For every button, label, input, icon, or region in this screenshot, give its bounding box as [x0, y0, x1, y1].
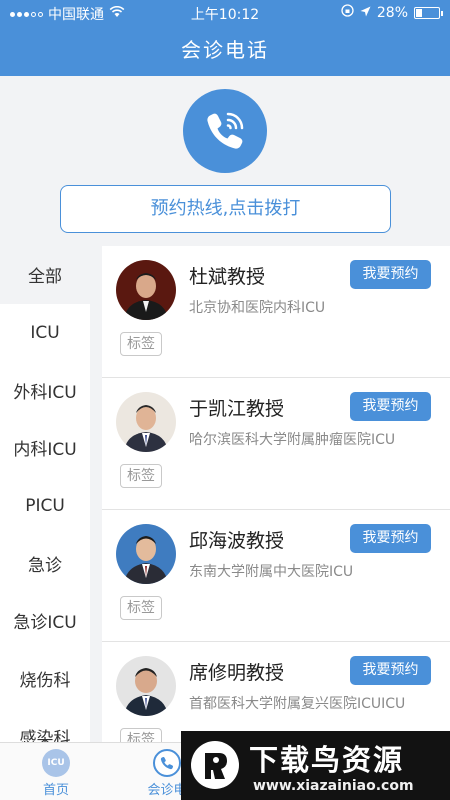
category-sidebar: 全部 ICU 外科ICU 内科ICU PICU 急诊 急诊ICU 烧伤科 感染科 [0, 246, 90, 742]
rotation-lock-icon [341, 4, 354, 21]
sidebar-item-label: 感染科 [19, 728, 71, 742]
sidebar-item-surgical-icu[interactable]: 外科ICU [0, 361, 90, 420]
book-button[interactable]: 我要预约 [350, 656, 431, 685]
doctor-hospital: 北京协和医院内科ICU [189, 300, 326, 316]
book-button[interactable]: 我要预约 [350, 260, 431, 289]
doctor-avatar [116, 260, 176, 320]
nav-bar: 会诊电话 [0, 24, 450, 76]
watermark-title: 下载鸟资源 [249, 743, 405, 777]
sidebar-item-label: 内科ICU [13, 440, 77, 461]
sidebar-item-label: 全部 [28, 267, 62, 288]
doctor-name: 杜斌教授 [189, 266, 266, 288]
phone-call-icon[interactable] [183, 89, 267, 173]
doctor-card: 邱海波教授 东南大学附属中大医院ICU 我要预约 标签 [102, 510, 450, 642]
doctor-hospital: 首都医科大学附属复兴医院ICUICU [189, 696, 406, 712]
sidebar-item-label: PICU [25, 495, 65, 516]
doctor-hospital: 东南大学附属中大医院ICU [189, 564, 354, 580]
sidebar-item-emergency-icu[interactable]: 急诊ICU [0, 592, 90, 650]
tab-label: 首页 [42, 783, 69, 798]
sidebar-item-medical-icu[interactable]: 内科ICU [0, 419, 90, 477]
page-title: 会诊电话 [181, 38, 269, 62]
icu-icon: ICU [42, 749, 70, 777]
tag-badge[interactable]: 标签 [120, 728, 162, 742]
watermark-banner: 下载鸟资源 www.xiazainiao.com [181, 731, 450, 800]
doctor-name: 席修明教授 [189, 662, 285, 684]
sidebar-item-label: 急诊 [28, 555, 62, 576]
hero-section: 预约热线,点击拨打 [0, 76, 450, 246]
doctor-card: 席修明教授 首都医科大学附属复兴医院ICUICU 我要预约 标签 [102, 642, 450, 742]
doctor-card: 于凯江教授 哈尔滨医科大学附属肿瘤医院ICU 我要预约 标签 [102, 378, 450, 510]
sidebar-item-emergency[interactable]: 急诊 [0, 534, 90, 593]
doctor-card: 杜斌教授 北京协和医院内科ICU 我要预约 标签 [102, 246, 450, 378]
book-button[interactable]: 我要预约 [350, 524, 431, 553]
phone-icon [153, 749, 181, 777]
tag-badge[interactable]: 标签 [120, 332, 162, 356]
battery-icon [414, 6, 443, 19]
doctor-avatar [116, 656, 176, 716]
status-bar: 中国联通 上午10:12 28% [0, 0, 450, 24]
sidebar-item-icu[interactable]: ICU [0, 303, 90, 362]
bird-logo-icon [189, 739, 241, 791]
sidebar-item-label: ICU [30, 322, 60, 343]
icu-icon-text: ICU [47, 758, 65, 768]
tag-badge[interactable]: 标签 [120, 596, 162, 620]
sidebar-item-all[interactable]: 全部 [0, 246, 90, 304]
sidebar-item-picu[interactable]: PICU [0, 476, 90, 535]
sidebar-item-label: 烧伤科 [19, 671, 71, 692]
tab-home[interactable]: ICU 首页 [6, 743, 106, 800]
battery-percent: 28% [376, 4, 408, 21]
status-right: 28% [341, 4, 443, 21]
sidebar-item-burns[interactable]: 烧伤科 [0, 649, 90, 708]
hotline-call-button[interactable]: 预约热线,点击拨打 [60, 185, 391, 233]
tag-badge[interactable]: 标签 [120, 464, 162, 488]
doctor-name: 邱海波教授 [189, 530, 285, 552]
battery-fill [416, 8, 422, 17]
book-button[interactable]: 我要预约 [350, 392, 431, 421]
doctor-list: 杜斌教授 北京协和医院内科ICU 我要预约 标签 于凯江教授 哈尔滨医科大学附属… [102, 246, 450, 742]
sidebar-item-label: 外科ICU [13, 382, 77, 403]
sidebar-item-label: 急诊ICU [13, 613, 77, 634]
location-icon [360, 5, 371, 21]
doctor-hospital: 哈尔滨医科大学附属肿瘤医院ICU [189, 432, 396, 448]
sidebar-item-infection[interactable]: 感染科 [0, 707, 90, 742]
watermark-url: www.xiazainiao.com [253, 778, 414, 794]
doctor-name: 于凯江教授 [189, 398, 285, 420]
doctor-avatar [116, 392, 176, 452]
doctor-avatar [116, 524, 176, 584]
